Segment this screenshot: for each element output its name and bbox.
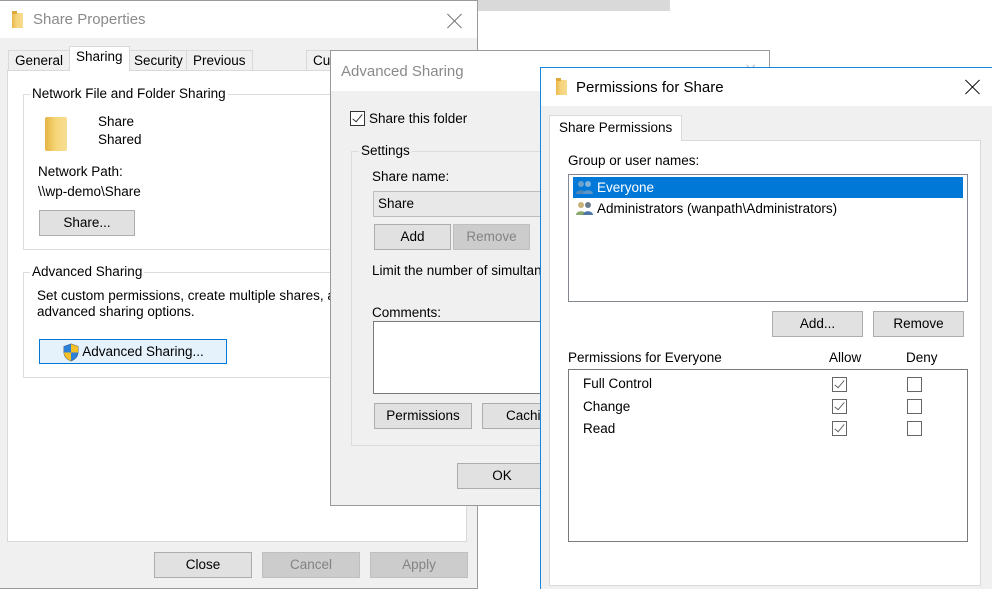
- share-status: Shared: [98, 132, 142, 147]
- group-icon: [576, 202, 593, 215]
- add-share-button[interactable]: Add: [374, 224, 451, 250]
- ok-button[interactable]: OK: [457, 463, 547, 489]
- share-name-input[interactable]: Share: [373, 191, 553, 217]
- settings-group-label: Settings: [359, 143, 412, 158]
- permissions-button[interactable]: Permissions: [374, 403, 472, 429]
- apply-button[interactable]: Apply: [370, 552, 468, 578]
- advanced-sharing-description-1: Set custom permissions, create multiple …: [37, 288, 335, 303]
- advanced-sharing-group-label: Advanced Sharing: [30, 264, 145, 279]
- allow-read-checkbox[interactable]: [832, 421, 847, 436]
- comments-textarea[interactable]: [373, 321, 553, 394]
- close-icon[interactable]: [965, 79, 981, 95]
- limit-users-label: Limit the number of simultan: [372, 263, 542, 278]
- remove-user-button[interactable]: Remove: [873, 311, 964, 337]
- user-row-everyone[interactable]: Everyone: [573, 177, 963, 198]
- folder-name: Share: [98, 114, 135, 129]
- close-button[interactable]: Close: [154, 552, 252, 578]
- comments-label: Comments:: [372, 305, 442, 320]
- deny-header: Deny: [906, 350, 938, 365]
- tab-security[interactable]: Security: [127, 50, 190, 71]
- network-sharing-group-label: Network File and Folder Sharing: [30, 86, 228, 101]
- permissions-window: Permissions for Share Share Permissions …: [540, 67, 992, 589]
- share-name-label: Share name:: [372, 169, 450, 184]
- window-title: Advanced Sharing: [341, 63, 464, 80]
- tab-previous-versions[interactable]: Previous Versions: [186, 50, 253, 87]
- permission-name: Change: [583, 399, 631, 414]
- allow-header: Allow: [829, 350, 862, 365]
- title-bar: Share Properties: [0, 0, 477, 38]
- window-title: Permissions for Share: [576, 79, 724, 96]
- advanced-sharing-button-label: Advanced Sharing...: [82, 344, 204, 359]
- background-window-fragment: [475, 0, 670, 11]
- tab-sharing[interactable]: Sharing: [69, 46, 130, 71]
- permission-name: Full Control: [583, 376, 653, 391]
- deny-change-checkbox[interactable]: [907, 399, 922, 414]
- cancel-button[interactable]: Cancel: [262, 552, 360, 578]
- tab-share-permissions[interactable]: Share Permissions: [549, 115, 683, 141]
- allow-change-checkbox[interactable]: [832, 399, 847, 414]
- network-path-value: \\wp-demo\Share: [38, 184, 141, 199]
- advanced-sharing-description-2: advanced sharing options.: [37, 304, 195, 319]
- permission-name: Read: [583, 421, 616, 436]
- advanced-sharing-button[interactable]: Advanced Sharing...: [39, 339, 227, 364]
- add-user-button[interactable]: Add...: [772, 311, 863, 337]
- user-name: Administrators (wanpath\Administrators): [597, 201, 838, 216]
- deny-read-checkbox[interactable]: [907, 421, 922, 436]
- folder-icon: [12, 11, 23, 28]
- permissions-for-label: Permissions for Everyone: [568, 350, 722, 365]
- allow-full-control-checkbox[interactable]: [832, 377, 847, 392]
- folder-large-icon: [45, 117, 67, 151]
- window-title: Share Properties: [33, 11, 146, 28]
- share-this-folder-checkbox[interactable]: [350, 111, 365, 126]
- group-user-names-label: Group or user names:: [568, 153, 700, 168]
- permissions-list: Full Control Change Read: [568, 369, 968, 542]
- users-listbox[interactable]: Everyone Administrators (wanpath\Adminis…: [568, 174, 968, 302]
- share-permissions-panel: Group or user names: Everyone Administra…: [549, 140, 981, 586]
- share-button[interactable]: Share...: [39, 210, 135, 236]
- share-this-folder-label: Share this folder: [369, 111, 468, 126]
- remove-share-button[interactable]: Remove: [453, 224, 530, 250]
- tab-general[interactable]: General: [8, 50, 71, 71]
- title-bar: Permissions for Share: [541, 68, 992, 106]
- deny-full-control-checkbox[interactable]: [907, 377, 922, 392]
- close-icon[interactable]: [447, 13, 463, 29]
- user-name: Everyone: [597, 180, 655, 195]
- uac-shield-icon: [63, 343, 79, 362]
- group-icon: [576, 181, 593, 194]
- user-row-administrators[interactable]: Administrators (wanpath\Administrators): [573, 198, 963, 219]
- folder-icon: [556, 78, 567, 95]
- network-path-label: Network Path:: [38, 164, 123, 179]
